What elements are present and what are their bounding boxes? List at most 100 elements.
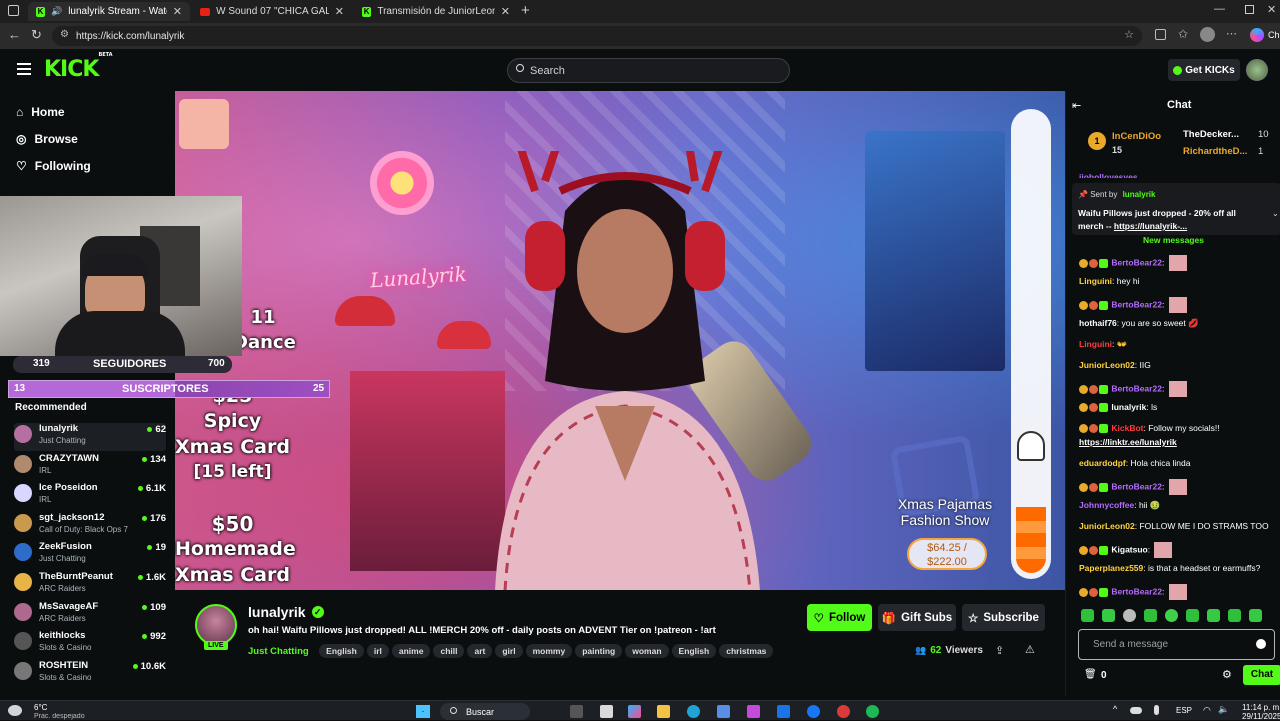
profile-avatar[interactable] [1200,27,1215,42]
chat-username[interactable]: BertoBear22 [1111,481,1162,491]
recommended-channel[interactable]: TheBurntPeanut ARC Raiders 1.6K [14,571,166,599]
pinned-message[interactable]: 📌 Sent by lunalyrik Waifu Pillows just d… [1072,183,1280,235]
chat-username[interactable]: Linguini [1079,276,1112,286]
chat-message[interactable]: BertoBear22: [1079,255,1279,271]
extensions-icon[interactable] [1155,29,1166,40]
outlook-icon[interactable] [777,705,790,718]
weather-icon[interactable] [8,705,22,716]
recommended-channel[interactable]: MsSavageAF ARC Raiders 109 [14,601,166,629]
mic-icon[interactable] [1154,705,1159,715]
gifter-name[interactable]: RichardtheD... [1183,146,1247,157]
chat-message[interactable]: Johnnycoffee: hii 🤢 [1079,500,1279,511]
stream-tag[interactable]: chill [433,644,465,658]
tab-kick-lunalyrik[interactable]: K 🔊 lunalyrik Stream - Watch Liv ✕ [28,2,190,21]
user-avatar[interactable] [1246,59,1268,81]
top-gifter-name[interactable]: InCenDiOo [1112,131,1161,142]
folder-icon[interactable] [657,705,670,718]
gifter-rank-1[interactable]: 1 [1088,132,1106,150]
volume-icon[interactable]: 🔈 [1218,704,1229,715]
hamburger-menu-icon[interactable] [17,63,31,75]
stream-tag[interactable]: mommy [525,644,573,658]
emote-icon[interactable] [1123,609,1136,622]
gifter-name[interactable]: TheDecker... [1183,129,1239,140]
chat-message[interactable]: Kigatsuo: [1079,542,1279,558]
subscribe-button[interactable]: ☆ Subscribe [962,604,1045,631]
chat-username[interactable]: KickBot [1111,423,1143,433]
taskbar-search[interactable]: Buscar [440,703,530,720]
store-icon[interactable] [717,705,730,718]
stream-tag[interactable]: English [319,644,364,658]
edge-icon[interactable] [687,705,700,718]
chat-settings-icon[interactable]: ⚙ [1222,668,1232,681]
chat-username[interactable]: JuniorLeon02 [1079,521,1135,531]
maximize-icon[interactable] [1245,5,1254,14]
tab-kick-juniorleon[interactable]: K Transmisión de JuniorLeon02 - V ✕ [354,2,518,21]
emote-icon[interactable] [1207,609,1220,622]
recommended-channel[interactable]: lunalyrik Just Chatting 62 [14,423,166,451]
app-icon[interactable] [837,705,850,718]
chat-username[interactable]: JuniorLeon02 [1079,360,1135,370]
chat-message[interactable]: KickBot: Follow my socials!! [1079,423,1279,434]
nav-home[interactable]: ⌂ Home [16,105,65,119]
start-button[interactable] [416,705,430,718]
speaker-icon[interactable]: 🔊 [51,6,62,17]
close-tab-icon[interactable]: ✕ [501,5,510,18]
search-input[interactable]: Search [507,58,790,83]
get-kicks-button[interactable]: Get KICKs [1168,59,1240,81]
kick-logo[interactable]: KICKBETA [44,52,113,82]
weather-temp[interactable]: 6°C [34,703,47,712]
stream-tag[interactable]: woman [625,644,669,658]
stream-tag[interactable]: girl [495,644,523,658]
stream-tag[interactable]: irl [366,644,389,658]
chat-username[interactable]: Paperplanez559 [1079,563,1143,573]
profile-label[interactable]: Ch [1268,30,1280,40]
recommended-channel[interactable]: keithlocks Slots & Casino 992 [14,630,166,658]
spotify-icon[interactable] [866,705,879,718]
copilot-taskbar-icon[interactable] [628,705,641,718]
chat-message[interactable]: Linguini: hey hi [1079,276,1279,287]
emote-icon[interactable] [1186,609,1199,622]
emote-icon[interactable] [1165,609,1178,622]
chat-username[interactable]: Johnnycoffee [1079,500,1134,510]
chat-message[interactable]: lunalyrik: ls [1079,402,1279,413]
report-icon[interactable]: ⚠ [1025,643,1035,656]
chat-username[interactable]: BertoBear22 [1111,586,1162,596]
send-chat-button[interactable]: Chat [1243,665,1280,685]
emoji-picker-icon[interactable] [1256,639,1266,649]
chat-message[interactable]: eduardodpf: Hola chica linda [1079,458,1279,469]
back-icon[interactable]: ← [8,27,21,42]
file-explorer-icon[interactable] [600,705,613,718]
recommended-channel[interactable]: Ice Poseidon IRL 6.1K [14,482,166,510]
video-player[interactable]: Lunalyrik 11Dance$25SpicyXmas Card[15 le… [175,91,1065,590]
reload-icon[interactable]: ↻ [31,27,42,43]
chat-message[interactable]: Paperplanez559: is that a headset or ear… [1079,563,1279,574]
emote-icon[interactable] [1249,609,1262,622]
recommended-channel[interactable]: ROSHTEIN Slots & Casino 10.6K [14,660,166,688]
emote-icon[interactable] [1228,609,1241,622]
chat-message[interactable]: BertoBear22: [1079,297,1279,313]
favorite-star-icon[interactable]: ☆ [1124,28,1134,41]
chat-message[interactable]: JuniorLeon02: IIG [1079,360,1279,371]
emote-icon[interactable] [1081,609,1094,622]
chat-message[interactable]: BertoBear22: [1079,381,1279,397]
chevron-down-icon[interactable]: ⌄ [1272,209,1279,218]
task-view-icon[interactable] [570,705,583,718]
url-field[interactable]: ⚙ https://kick.com/lunalyrik ☆ [52,26,1142,46]
stream-tag[interactable]: christmas [719,644,774,658]
stream-tag[interactable]: English [671,644,717,658]
chat-username[interactable]: Linguini [1079,339,1112,349]
chat-message[interactable]: BertoBear22: [1079,584,1279,600]
pinned-link[interactable]: https://lunalyrik-... [1114,221,1187,231]
chat-username[interactable]: Kigatsuo [1111,544,1147,554]
chat-username[interactable]: BertoBear22 [1111,383,1162,393]
nav-following[interactable]: ♡ Following [16,159,91,173]
tab-youtube[interactable]: W Sound 07 "CHICA GALÁCTICA" ✕ [192,2,352,21]
chat-message[interactable]: JuniorLeon02: FOLLOW ME I DO STRAMS TOO [1079,521,1279,532]
wifi-icon[interactable]: ◠ [1203,705,1211,716]
streamer-name[interactable]: lunalyrik [248,604,306,620]
close-window-icon[interactable]: ✕ [1267,3,1276,16]
emote-icon[interactable] [1102,609,1115,622]
app-icon[interactable] [747,705,760,718]
emote-icon[interactable] [1144,609,1157,622]
chat-username[interactable]: lunalyrik [1111,402,1146,412]
